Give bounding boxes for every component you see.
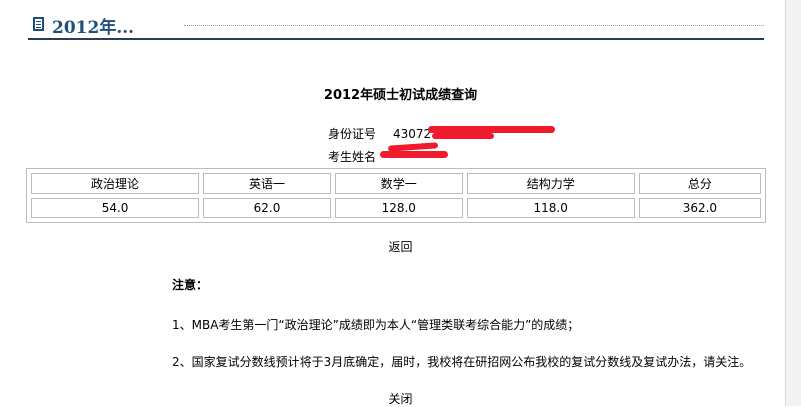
score-header-cell: 政治理论 [31, 173, 200, 194]
scrollbar-area[interactable] [786, 0, 801, 406]
back-link[interactable]: 返回 [0, 238, 801, 255]
section-header: 2012年... [28, 8, 764, 40]
id-number-row: 身份证号 43072 [328, 125, 431, 142]
document-icon [33, 17, 44, 31]
score-value-row: 54.0 62.0 128.0 118.0 362.0 [31, 198, 761, 218]
note-item: 2、国家复试分数线预计将于3月底确定，届时，我校将在研招网公布我校的复试分数线及… [172, 355, 752, 369]
notes-title: 注意： [172, 278, 209, 292]
score-table: 政治理论 英语一 数学一 结构力学 总分 54.0 62.0 128.0 118… [26, 168, 766, 223]
header-rule [28, 38, 764, 40]
dotted-divider [184, 25, 764, 26]
note-item: 1、MBA考生第一门“政治理论”成绩即为本人“管理类联考综合能力”的成绩； [172, 318, 580, 332]
page-title: 2012年硕士初试成绩查询 [323, 88, 478, 103]
score-header-cell: 结构力学 [466, 173, 635, 194]
score-header-row: 政治理论 英语一 数学一 结构力学 总分 [31, 173, 761, 194]
redaction-mark [380, 151, 448, 158]
score-header-cell: 数学一 [334, 173, 463, 194]
score-value-cell: 62.0 [203, 198, 331, 218]
score-header-cell: 总分 [638, 173, 761, 194]
close-link[interactable]: 关闭 [0, 390, 801, 407]
section-title: 2012年... [52, 18, 135, 38]
redaction-mark [428, 126, 555, 133]
redaction-mark [432, 133, 494, 139]
score-value-cell: 362.0 [638, 198, 761, 218]
score-value-cell: 118.0 [466, 198, 635, 218]
id-number-value: 43072 [393, 127, 432, 141]
score-value-cell: 54.0 [31, 198, 200, 218]
score-value-cell: 128.0 [334, 198, 463, 218]
score-header-cell: 英语一 [203, 173, 331, 194]
id-number-label: 身份证号 [328, 127, 377, 141]
